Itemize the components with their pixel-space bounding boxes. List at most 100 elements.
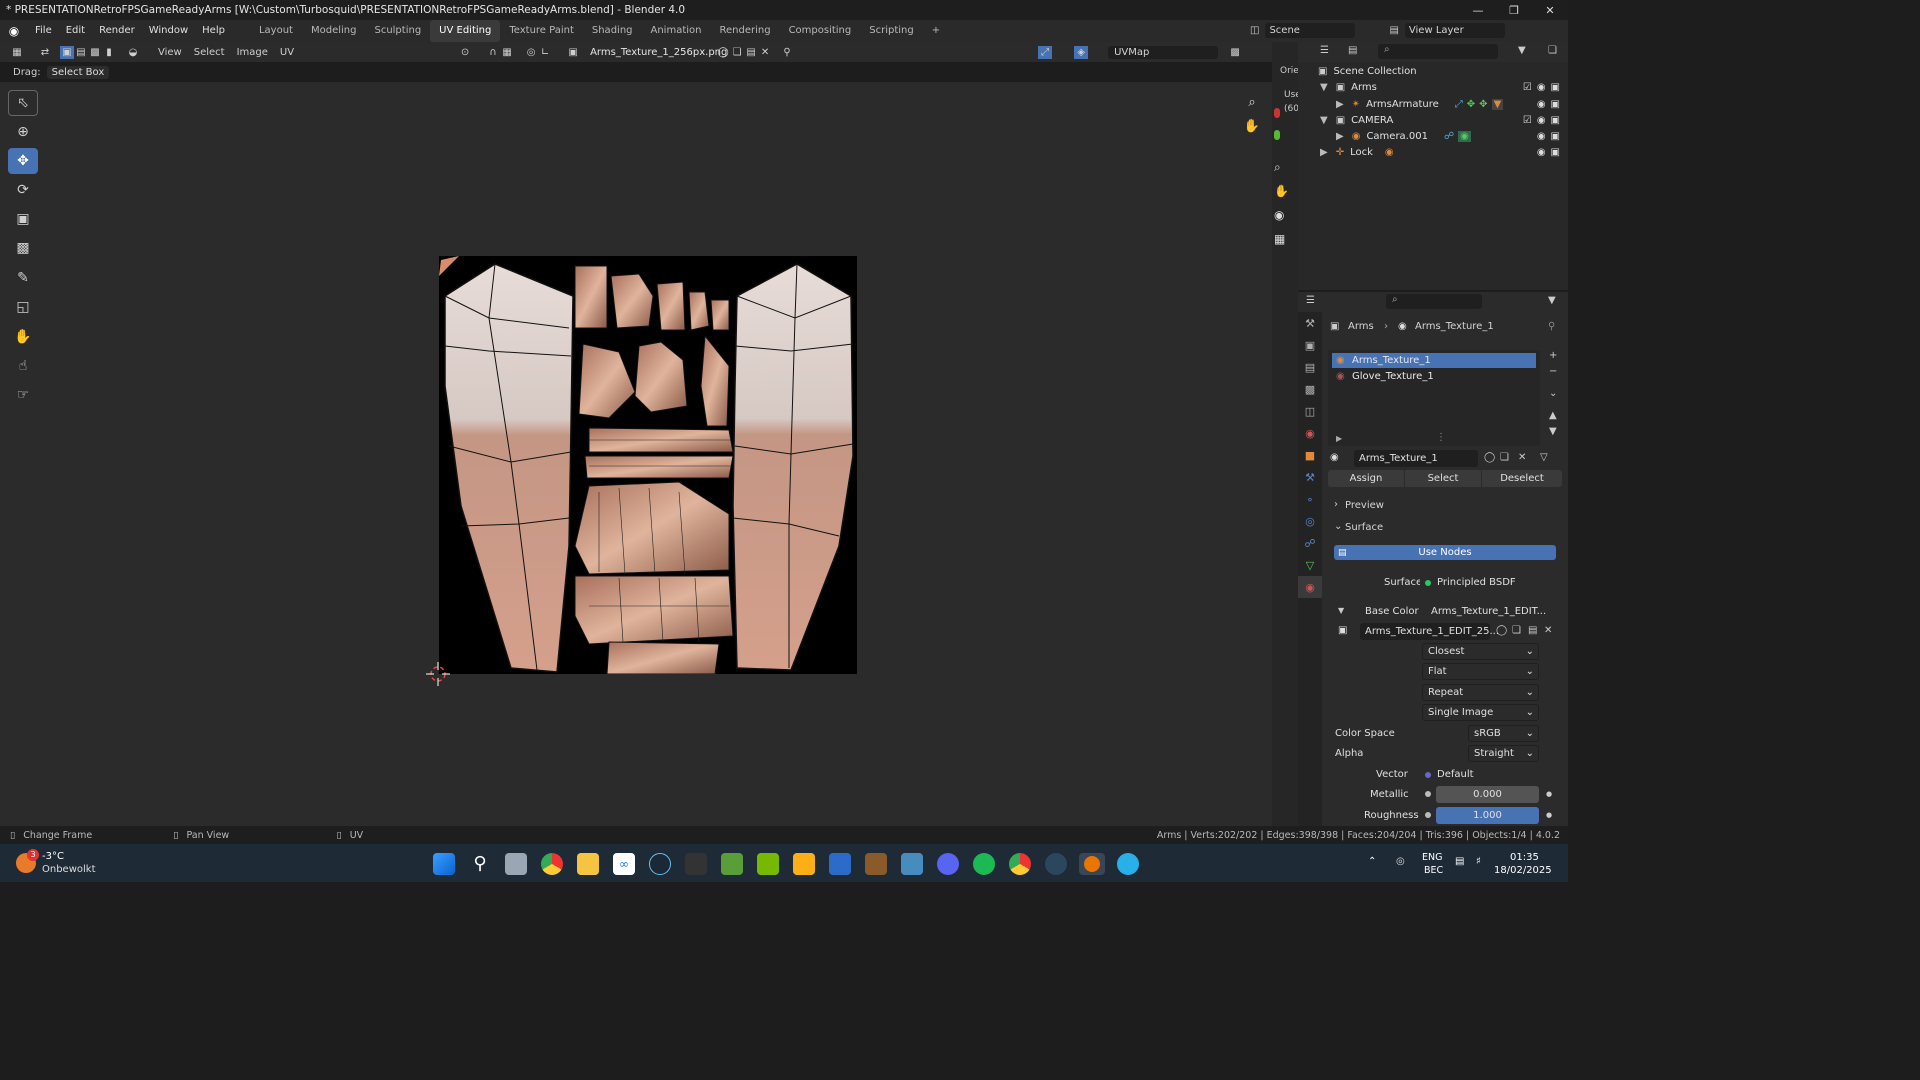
pin-icon[interactable]: ⚲ xyxy=(780,46,794,59)
minecraft-icon[interactable] xyxy=(721,853,743,875)
outliner-row-arms[interactable]: ▼ ▣ Arms ☑ ◉ ▣ xyxy=(1298,79,1568,95)
task-view-icon[interactable] xyxy=(505,853,527,875)
lang-primary[interactable]: ENG xyxy=(1422,852,1442,863)
properties-search-input[interactable]: ⌕ xyxy=(1386,294,1482,309)
menu-select[interactable]: Select xyxy=(188,47,231,58)
minimize-button[interactable]: — xyxy=(1460,0,1496,20)
world-tab-icon[interactable]: ◉ xyxy=(1298,422,1322,444)
object-tab-icon[interactable]: ■ xyxy=(1298,444,1322,466)
menu-uv[interactable]: UV xyxy=(274,47,300,58)
expand-arrow-icon[interactable]: ▼ xyxy=(1320,115,1328,126)
start-icon[interactable] xyxy=(433,853,455,875)
godot-icon[interactable] xyxy=(901,853,923,875)
menu-file[interactable]: File xyxy=(28,20,59,42)
menu-window[interactable]: Window xyxy=(142,20,195,42)
properties-editor-icon[interactable]: ☰ xyxy=(1306,295,1315,306)
tool-tab-icon[interactable]: ⚒ xyxy=(1298,312,1322,334)
snap-target-icon[interactable]: ▦ xyxy=(500,46,514,59)
outliner-search-input[interactable]: ⌕ xyxy=(1378,44,1498,59)
resize-handle-icon[interactable]: ⋮ xyxy=(1436,432,1446,443)
transform-tool-icon[interactable]: ▩ xyxy=(8,235,38,261)
tab-scripting[interactable]: Scripting xyxy=(860,20,922,42)
eye-icon[interactable]: ◉ xyxy=(1537,131,1546,142)
color-space-dropdown[interactable]: sRGB ⌄ xyxy=(1468,725,1539,742)
eye-icon[interactable]: ◉ xyxy=(1537,115,1546,126)
pan-hand-icon[interactable]: ✋ xyxy=(1242,116,1262,136)
scene-field[interactable]: Scene xyxy=(1265,23,1356,38)
tray-chevron-icon[interactable]: ⌃ xyxy=(1368,856,1376,867)
menu-help[interactable]: Help xyxy=(195,20,232,42)
view-layer-icon[interactable]: ▤ xyxy=(1389,25,1398,36)
vector-field[interactable]: Default xyxy=(1420,766,1538,783)
pin-icon[interactable]: ⚲ xyxy=(1548,321,1555,332)
box-app-icon[interactable] xyxy=(865,853,887,875)
render-tab-icon[interactable]: ▣ xyxy=(1298,334,1322,356)
assign-button[interactable]: Assign xyxy=(1328,470,1404,487)
blender-icon[interactable] xyxy=(1079,853,1105,875)
pan-3d-icon[interactable]: ✋ xyxy=(1274,184,1289,198)
file-explorer-icon[interactable] xyxy=(577,853,599,875)
filter-icon[interactable]: ▼ xyxy=(1518,45,1526,56)
vertex-select-icon[interactable]: ▣ xyxy=(60,45,74,59)
photos-icon[interactable] xyxy=(829,853,851,875)
new-collection-icon[interactable]: ❏ xyxy=(1548,45,1557,56)
display-channels-icon[interactable]: ▩ xyxy=(1228,46,1242,59)
scale-tool-icon[interactable]: ▣ xyxy=(8,206,38,232)
uvmap-field[interactable]: UVMap xyxy=(1108,45,1219,59)
material-slot-0[interactable]: ◉ Arms_Texture_1 xyxy=(1332,353,1536,368)
menu-view[interactable]: View xyxy=(152,47,188,58)
unlink-material-icon[interactable]: ✕ xyxy=(1518,452,1526,463)
nvidia-icon[interactable] xyxy=(757,853,779,875)
pinch-tool-icon[interactable]: ☞ xyxy=(8,382,38,408)
checkbox-icon[interactable]: ☑ xyxy=(1523,82,1532,93)
camera-icon[interactable]: ▣ xyxy=(1551,131,1560,142)
epic-games-icon[interactable] xyxy=(685,853,707,875)
chevron-down-icon[interactable]: ⌄ xyxy=(1334,521,1342,532)
duplicate-material-icon[interactable]: ❏ xyxy=(1500,452,1509,463)
particles-tab-icon[interactable]: ∘ xyxy=(1298,488,1322,510)
material-slot-1[interactable]: ◉ Glove_Texture_1 xyxy=(1332,369,1536,384)
link-data-icon[interactable]: ▽ xyxy=(1540,452,1548,463)
move-down-icon[interactable]: ▼ xyxy=(1549,426,1557,437)
move-up-icon[interactable]: ▲ xyxy=(1549,410,1557,421)
3d-viewport-strip[interactable]: Orie Use (60 ⌕ ✋ ◉ ▦ xyxy=(1272,42,1301,826)
camera-icon[interactable]: ▣ xyxy=(1551,99,1560,110)
data-tab-icon[interactable]: ▽ xyxy=(1298,554,1322,576)
face-select-icon[interactable]: ▩ xyxy=(88,46,102,59)
remove-slot-icon[interactable]: − xyxy=(1549,366,1557,377)
spotify-icon[interactable] xyxy=(973,853,995,875)
modifier-tab-icon[interactable]: ⚒ xyxy=(1298,466,1322,488)
tab-layout[interactable]: Layout xyxy=(250,20,302,42)
rockstar-icon[interactable] xyxy=(793,853,815,875)
add-workspace-icon[interactable]: + xyxy=(923,20,949,42)
editor-type-icon[interactable]: ▦ xyxy=(10,46,24,59)
display-mode-icon[interactable]: ▤ xyxy=(1348,45,1357,56)
select-button[interactable]: Select xyxy=(1405,470,1481,487)
chrome-profile-icon[interactable] xyxy=(1009,853,1031,875)
rip-tool-icon[interactable]: ◱ xyxy=(8,294,38,320)
material-tab-icon[interactable]: ◉ xyxy=(1298,576,1322,598)
fake-user-icon[interactable]: ◯ xyxy=(716,46,730,59)
menu-edit[interactable]: Edit xyxy=(59,20,92,42)
snap-icon[interactable]: ∩ xyxy=(486,46,500,59)
rotate-tool-icon[interactable]: ⟳ xyxy=(8,177,38,203)
tab-shading[interactable]: Shading xyxy=(583,20,642,42)
outliner-row-armsarmature[interactable]: ▶ ✴ ArmsArmature ⤢ ✥ ✥ ▼ ◉ ▣ xyxy=(1298,96,1568,112)
roughness-slider[interactable]: 1.000 xyxy=(1436,807,1539,824)
menu-render[interactable]: Render xyxy=(92,20,142,42)
pivot-icon[interactable]: ⊙ xyxy=(458,46,472,59)
drag-mode-dropdown[interactable]: Select Box xyxy=(46,65,110,79)
tab-modeling[interactable]: Modeling xyxy=(302,20,366,42)
outliner-row-camera-collection[interactable]: ▼ ▣ CAMERA ☑ ◉ ▣ xyxy=(1298,112,1568,128)
fake-user-icon[interactable]: ◯ xyxy=(1484,452,1495,463)
close-button[interactable]: ✕ xyxy=(1532,0,1568,20)
unlink-image-icon[interactable]: ✕ xyxy=(758,46,772,59)
falloff-icon[interactable]: ∟ xyxy=(538,46,552,59)
maximize-button[interactable]: ❐ xyxy=(1496,0,1532,20)
image-browse-icon[interactable]: ▣ xyxy=(566,46,580,59)
extension-dropdown[interactable]: Repeat ⌄ xyxy=(1422,684,1539,701)
camera-icon[interactable]: ▣ xyxy=(1551,147,1560,158)
view-layer-field[interactable]: View Layer xyxy=(1404,23,1505,38)
microphone-icon[interactable]: ◎ xyxy=(1396,856,1405,867)
use-nodes-button[interactable]: ▤ Use Nodes xyxy=(1334,545,1556,560)
